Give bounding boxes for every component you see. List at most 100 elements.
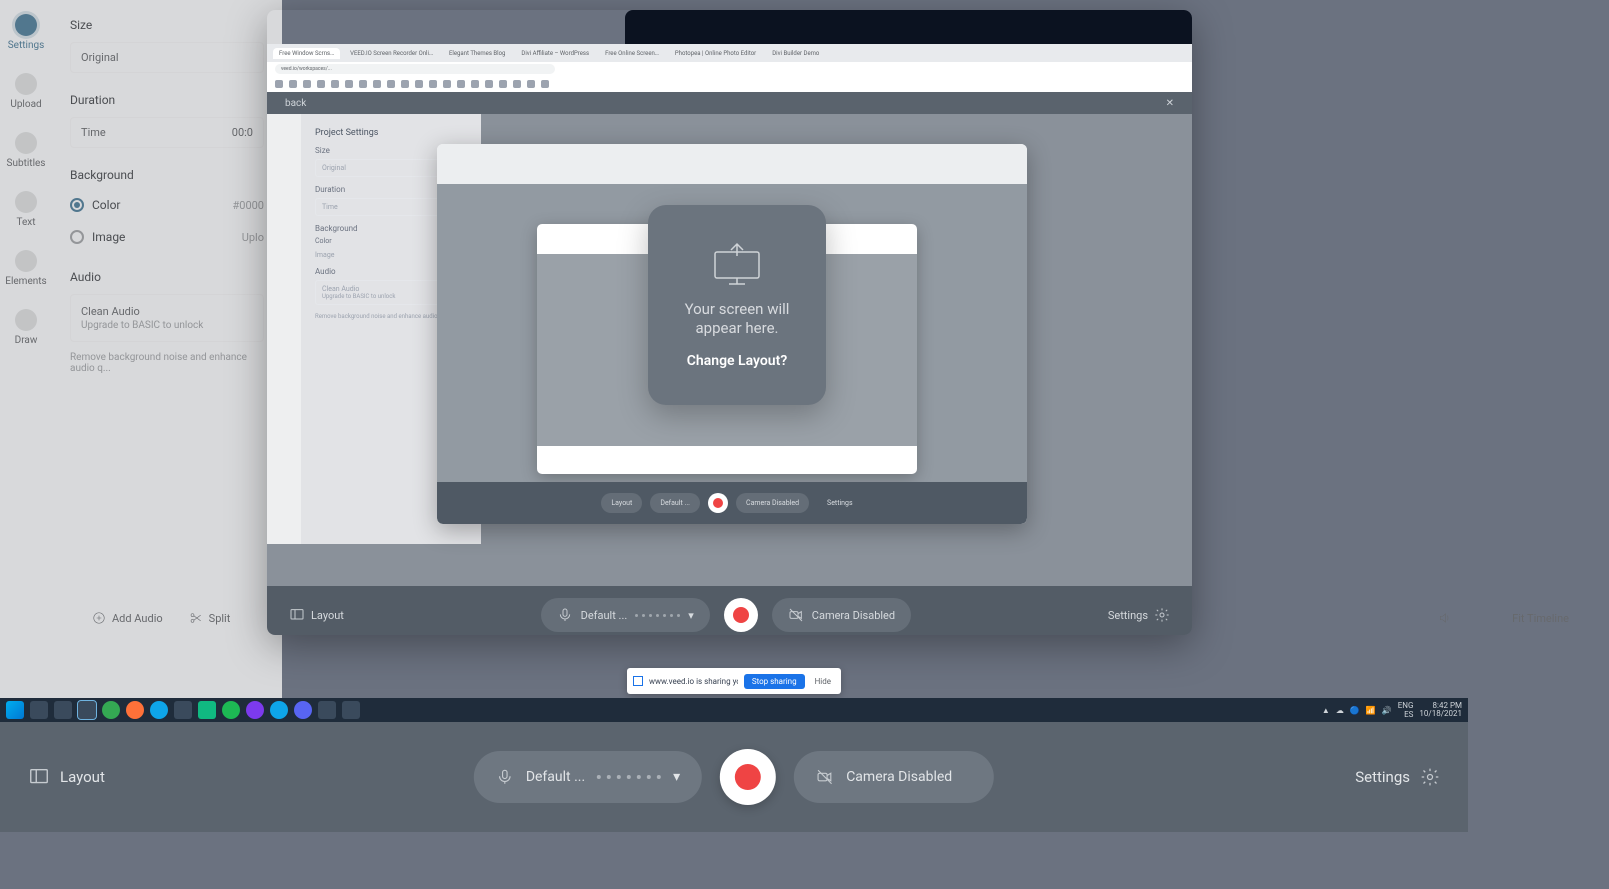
radio-icon — [70, 198, 84, 212]
bookmark-icon[interactable] — [401, 80, 409, 88]
browser-tab[interactable]: Divi Affiliate – WordPress — [515, 48, 595, 59]
bookmark-icon[interactable] — [513, 80, 521, 88]
url-field[interactable]: veed.io/workspaces/... — [275, 64, 555, 74]
nested-layout-chip[interactable]: Layout — [601, 493, 642, 513]
taskbar-app-icon[interactable] — [78, 701, 96, 719]
bookmark-icon[interactable] — [527, 80, 535, 88]
bookmark-icon[interactable] — [415, 80, 423, 88]
taskbar-app-icon[interactable] — [342, 701, 360, 719]
browser-tab[interactable]: Free Window Scrns… — [273, 48, 340, 59]
taskbar-app-icon[interactable] — [102, 701, 120, 719]
radio-icon — [70, 230, 84, 244]
bookmark-icon[interactable] — [471, 80, 479, 88]
size-value: Original — [81, 51, 119, 64]
bookmark-icon[interactable] — [429, 80, 437, 88]
start-button[interactable] — [6, 701, 24, 719]
split-button[interactable]: Split — [189, 611, 231, 625]
rail-item-draw[interactable]: Draw — [15, 309, 38, 346]
bookmark-icon[interactable] — [275, 80, 283, 88]
inner-mic-select[interactable]: Default ... ▾ — [541, 598, 710, 632]
camera-select[interactable]: Camera Disabled — [794, 751, 994, 803]
speaker-icon[interactable] — [1438, 611, 1452, 625]
mic-label: Default ... — [526, 769, 585, 785]
taskbar-app-icon[interactable] — [126, 701, 144, 719]
record-button[interactable] — [720, 749, 776, 805]
browser-tabs: Free Window Scrns… VEED.IO Screen Record… — [267, 44, 1192, 62]
bookmark-icon[interactable] — [303, 80, 311, 88]
mic-icon — [557, 607, 573, 623]
subtitles-icon — [15, 132, 37, 154]
inner-record-button[interactable] — [724, 598, 758, 632]
taskbar-app-icon[interactable] — [30, 701, 48, 719]
clean-audio-box[interactable]: Clean Audio Upgrade to BASIC to unlock — [70, 294, 264, 342]
inner-recording-bar: Layout Default ... ▾ Camera Disabled Set… — [267, 586, 1192, 635]
nested-mic-chip[interactable]: Default ... — [650, 493, 700, 513]
bookmark-icon[interactable] — [387, 80, 395, 88]
taskbar-app-icon[interactable] — [294, 701, 312, 719]
bookmark-icon[interactable] — [485, 80, 493, 88]
stop-sharing-button[interactable]: Stop sharing — [744, 674, 805, 689]
bookmark-icon[interactable] — [373, 80, 381, 88]
bookmark-icon[interactable] — [289, 80, 297, 88]
back-button[interactable]: back — [285, 98, 306, 109]
nested-camera-chip[interactable]: Camera Disabled — [736, 493, 809, 513]
rail-label: Draw — [15, 335, 38, 346]
bg-option-image[interactable]: Image — [70, 224, 125, 250]
taskbar-app-icon[interactable] — [174, 701, 192, 719]
system-tray[interactable]: ▲ ☁ 🔵 📶 🔊 ENG ES 8:42 PM 10/18/2021 — [1322, 701, 1462, 719]
layout-button[interactable]: Layout — [28, 766, 105, 788]
taskbar-app-icon[interactable] — [198, 701, 216, 719]
browser-tab[interactable]: VEED.IO Screen Recorder Onli… — [344, 48, 439, 59]
bookmark-icon[interactable] — [499, 80, 507, 88]
camera-off-icon — [788, 607, 804, 623]
browser-tab[interactable]: Photopea | Online Photo Editor — [669, 48, 762, 59]
rail-label: Elements — [5, 276, 46, 287]
rail-item-text[interactable]: Text — [15, 191, 37, 228]
tray-icon[interactable]: ☁ — [1336, 706, 1344, 715]
taskbar-app-icon[interactable] — [246, 701, 264, 719]
bookmark-icon[interactable] — [359, 80, 367, 88]
browser-tab[interactable]: Free Online Screen… — [599, 48, 665, 59]
clock[interactable]: 8:42 PM 10/18/2021 — [1419, 702, 1462, 718]
nested-settings-chip[interactable]: Settings — [817, 493, 863, 513]
size-select[interactable]: Original — [70, 42, 264, 73]
bookmark-icon[interactable] — [331, 80, 339, 88]
mic-select[interactable]: Default ... ▾ — [474, 751, 702, 803]
modal-change-layout[interactable]: Change Layout? — [687, 353, 787, 369]
bookmark-icon[interactable] — [317, 80, 325, 88]
tray-icon[interactable]: 🔊 — [1382, 706, 1392, 715]
nested-record-button[interactable] — [708, 493, 728, 513]
taskbar-app-icon[interactable] — [270, 701, 288, 719]
outer-recording-bar: Layout Default ... ▾ Camera Disabled Set… — [0, 722, 1468, 832]
taskbar-app-icon[interactable] — [150, 701, 168, 719]
inner-settings-button[interactable]: Settings — [1108, 607, 1170, 623]
hide-sharing-button[interactable]: Hide — [811, 674, 835, 689]
settings-button[interactable]: Settings — [1355, 767, 1440, 787]
rail-item-elements[interactable]: Elements — [5, 250, 46, 287]
bookmark-icon[interactable] — [345, 80, 353, 88]
rail-item-subtitles[interactable]: Subtitles — [7, 132, 46, 169]
clock-date: 10/18/2021 — [1419, 710, 1462, 718]
bg-color-value: #0000 — [232, 199, 264, 212]
taskbar-app-icon[interactable] — [54, 701, 72, 719]
bookmark-icon[interactable] — [443, 80, 451, 88]
rail-item-upload[interactable]: Upload — [10, 73, 41, 110]
bg-image-label: Image — [92, 230, 125, 244]
bg-option-color[interactable]: Color — [70, 192, 120, 218]
duration-field[interactable]: Time 00:0 — [70, 117, 264, 148]
browser-tab[interactable]: Divi Builder Demo — [766, 48, 825, 59]
bookmark-icon[interactable] — [457, 80, 465, 88]
add-audio-button[interactable]: Add Audio — [92, 611, 163, 625]
rail-item-settings[interactable]: Settings — [8, 14, 45, 51]
taskbar-app-icon[interactable] — [222, 701, 240, 719]
bookmark-icon[interactable] — [541, 80, 549, 88]
tray-icon[interactable]: 🔵 — [1350, 706, 1360, 715]
browser-tab[interactable]: Elegant Themes Blog — [443, 48, 511, 59]
taskbar-app-icon[interactable] — [318, 701, 336, 719]
inner-layout-button[interactable]: Layout — [289, 607, 344, 623]
tray-icon[interactable]: 📶 — [1366, 706, 1376, 715]
close-icon[interactable]: ✕ — [1166, 98, 1174, 109]
inner-camera-select[interactable]: Camera Disabled — [772, 598, 911, 632]
lang-label: ENG — [1398, 701, 1414, 710]
fit-timeline-label[interactable]: Fit Timeline — [1512, 612, 1569, 625]
